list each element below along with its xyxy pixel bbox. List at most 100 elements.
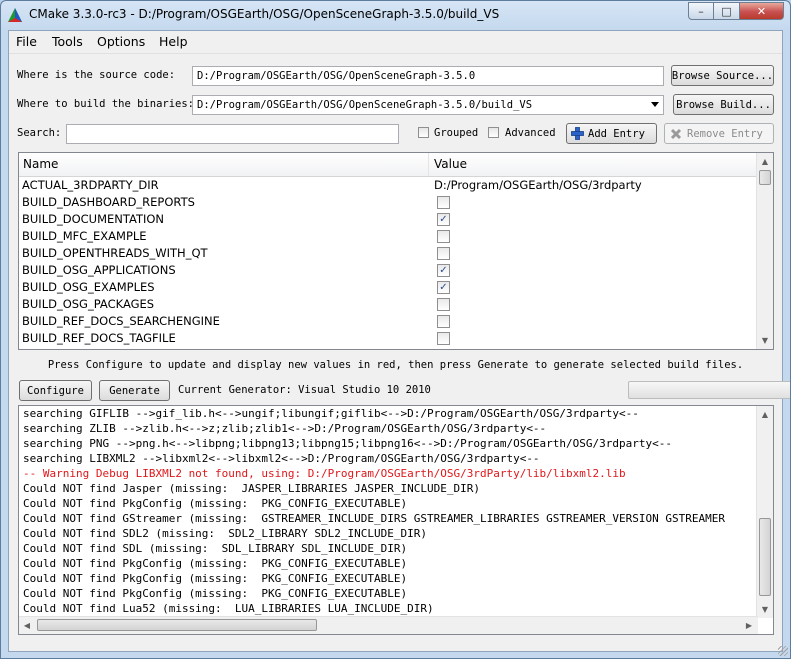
row-value-checkbox[interactable] bbox=[437, 315, 450, 328]
log-line: Could NOT find SDL (missing: SDL_LIBRARY… bbox=[23, 542, 408, 555]
table-scrollbar[interactable]: ▲ ▼ bbox=[756, 153, 773, 349]
table-row[interactable]: BUILD_REF_DOCS_TAGFILE bbox=[19, 330, 758, 347]
advanced-label[interactable]: Advanced bbox=[505, 127, 556, 139]
row-name: BUILD_REF_DOCS_SEARCHENGINE bbox=[22, 314, 220, 328]
row-value-checkbox[interactable] bbox=[437, 196, 450, 209]
log-line: Could NOT find PkgConfig (missing: PKG_C… bbox=[23, 497, 408, 510]
scroll-up-icon[interactable]: ▲ bbox=[757, 406, 773, 423]
table-row[interactable]: ACTUAL_3RDPARTY_DIR D:/Program/OSGEarth/O… bbox=[19, 177, 758, 194]
log-line: searching LIBXML2 -->libxml2<-->libxml2<… bbox=[23, 452, 540, 465]
remove-entry-label: Remove Entry bbox=[687, 127, 763, 140]
log-line: searching ZLIB -->zlib.h<-->z;zlib;zlib1… bbox=[23, 422, 547, 435]
log-line: Could NOT find PkgConfig (missing: PKG_C… bbox=[23, 572, 408, 585]
column-name-header[interactable]: Name bbox=[23, 157, 58, 171]
log-line: searching GIFLIB -->gif_lib.h<-->ungif;l… bbox=[23, 407, 639, 420]
row-name: BUILD_DOCUMENTATION bbox=[22, 212, 165, 226]
output-vscrollbar[interactable]: ▲ ▼ bbox=[756, 406, 773, 618]
log-line: searching PNG -->png.h<-->libpng;libpng1… bbox=[23, 437, 673, 450]
row-name: CMAKE_BACKWARDS_COMPATIBILITY bbox=[22, 348, 233, 349]
row-name: BUILD_MFC_EXAMPLE bbox=[22, 229, 147, 243]
browse-build-button[interactable]: Browse Build... bbox=[673, 94, 774, 115]
cmake-triangle-icon bbox=[8, 8, 22, 22]
configure-button[interactable]: Configure bbox=[19, 380, 92, 401]
grouped-label[interactable]: Grouped bbox=[434, 127, 478, 139]
window-controls: – □ ✕ bbox=[688, 2, 784, 20]
window-title: CMake 3.3.0-rc3 - D:/Program/OSGEarth/OS… bbox=[29, 7, 500, 21]
row-value-checkbox[interactable] bbox=[437, 230, 450, 243]
log-line: -- Warning Debug LIBXML2 not found, usin… bbox=[23, 467, 626, 480]
table-row[interactable]: BUILD_OSG_EXAMPLES ✓ bbox=[19, 279, 758, 296]
grouped-checkbox[interactable] bbox=[418, 127, 429, 138]
output-hscroll-thumb[interactable] bbox=[37, 619, 317, 631]
row-name: BUILD_REF_DOCS_TAGFILE bbox=[22, 331, 176, 345]
add-entry-button[interactable]: Add Entry bbox=[566, 123, 657, 144]
advanced-checkbox[interactable] bbox=[488, 127, 499, 138]
source-input[interactable]: D:/Program/OSGEarth/OSG/OpenSceneGraph-3… bbox=[192, 66, 664, 86]
generate-button[interactable]: Generate bbox=[99, 380, 170, 401]
chevron-down-icon[interactable] bbox=[651, 102, 659, 107]
current-generator: Current Generator: Visual Studio 10 2010 bbox=[178, 384, 431, 396]
log-line: Could NOT find SDL2 (missing: SDL2_LIBRA… bbox=[23, 527, 427, 540]
menu-options[interactable]: Options bbox=[97, 34, 145, 49]
cache-table: Name Value ACTUAL_3RDPARTY_DIR D:/Program… bbox=[18, 152, 774, 350]
row-value-checkbox[interactable]: ✓ bbox=[437, 281, 450, 294]
row-value-checkbox[interactable] bbox=[437, 332, 450, 345]
hint-text: Press Configure to update and display ne… bbox=[47, 359, 744, 371]
log-line: Could NOT find PkgConfig (missing: PKG_C… bbox=[23, 557, 408, 570]
scroll-down-icon[interactable]: ▼ bbox=[757, 601, 773, 618]
binaries-combo[interactable]: D:/Program/OSGEarth/OSG/OpenSceneGraph-3… bbox=[192, 95, 664, 115]
menu-help[interactable]: Help bbox=[159, 34, 188, 49]
row-name: BUILD_OSG_EXAMPLES bbox=[22, 280, 155, 294]
table-header: Name Value bbox=[19, 153, 758, 177]
row-name: BUILD_DASHBOARD_REPORTS bbox=[22, 195, 195, 209]
scroll-right-icon[interactable]: ▶ bbox=[741, 617, 757, 634]
column-divider[interactable] bbox=[428, 153, 429, 176]
row-value[interactable]: D:/Program/OSGEarth/OSG/3rdparty bbox=[434, 178, 642, 192]
scroll-left-icon[interactable]: ◀ bbox=[19, 617, 35, 634]
output-log[interactable]: searching GIFLIB -->gif_lib.h<-->ungif;l… bbox=[18, 405, 774, 635]
plus-icon bbox=[571, 127, 584, 140]
browse-source-button[interactable]: Browse Source... bbox=[671, 65, 774, 86]
menu-file[interactable]: File bbox=[16, 34, 37, 49]
remove-entry-button[interactable]: Remove Entry bbox=[664, 123, 774, 144]
row-name: BUILD_OSG_APPLICATIONS bbox=[22, 263, 176, 277]
resize-grip[interactable] bbox=[778, 646, 788, 656]
title-bar[interactable]: CMake 3.3.0-rc3 - D:/Program/OSGEarth/OS… bbox=[1, 1, 790, 29]
cmake-window: CMake 3.3.0-rc3 - D:/Program/OSGEarth/OS… bbox=[0, 0, 791, 659]
log-line: Could NOT find PkgConfig (missing: PKG_C… bbox=[23, 587, 408, 600]
table-scroll-thumb[interactable] bbox=[759, 170, 771, 185]
row-name: BUILD_OSG_PACKAGES bbox=[22, 297, 155, 311]
row-value[interactable]: 2.4 bbox=[434, 348, 452, 349]
row-value-checkbox[interactable]: ✓ bbox=[437, 264, 450, 277]
row-value-checkbox[interactable] bbox=[437, 247, 450, 260]
progress-bar bbox=[628, 381, 790, 399]
column-value-header[interactable]: Value bbox=[434, 157, 467, 171]
search-input[interactable] bbox=[66, 124, 399, 144]
row-name: ACTUAL_3RDPARTY_DIR bbox=[22, 178, 159, 192]
table-row[interactable]: BUILD_DASHBOARD_REPORTS bbox=[19, 194, 758, 211]
table-row[interactable]: BUILD_DOCUMENTATION ✓ bbox=[19, 211, 758, 228]
table-row[interactable]: BUILD_OSG_APPLICATIONS ✓ bbox=[19, 262, 758, 279]
minimize-button[interactable]: – bbox=[688, 2, 714, 20]
table-row[interactable]: CMAKE_BACKWARDS_COMPATIBILITY 2.4 bbox=[19, 347, 758, 349]
maximize-button[interactable]: □ bbox=[714, 2, 740, 20]
row-value-checkbox[interactable] bbox=[437, 298, 450, 311]
log-line: Could NOT find GStreamer (missing: GSTRE… bbox=[23, 512, 725, 525]
output-hscrollbar[interactable]: ◀ ▶ bbox=[19, 616, 758, 634]
scroll-down-icon[interactable]: ▼ bbox=[757, 332, 773, 349]
scroll-up-icon[interactable]: ▲ bbox=[757, 153, 773, 170]
table-row[interactable]: BUILD_OPENTHREADS_WITH_QT bbox=[19, 245, 758, 262]
source-label: Where is the source code: bbox=[17, 69, 176, 81]
close-button[interactable]: ✕ bbox=[740, 2, 784, 20]
table-row[interactable]: BUILD_MFC_EXAMPLE bbox=[19, 228, 758, 245]
add-entry-label: Add Entry bbox=[588, 127, 645, 140]
row-value-checkbox[interactable]: ✓ bbox=[437, 213, 450, 226]
menu-tools[interactable]: Tools bbox=[52, 34, 83, 49]
menu-bar: File Tools Options Help bbox=[9, 31, 782, 54]
output-scroll-thumb[interactable] bbox=[759, 518, 771, 596]
table-row[interactable]: BUILD_REF_DOCS_SEARCHENGINE bbox=[19, 313, 758, 330]
table-row[interactable]: BUILD_OSG_PACKAGES bbox=[19, 296, 758, 313]
row-name: BUILD_OPENTHREADS_WITH_QT bbox=[22, 246, 208, 260]
binaries-label: Where to build the binaries: bbox=[17, 98, 195, 110]
client-area: File Tools Options Help Where is the sou… bbox=[8, 30, 790, 652]
